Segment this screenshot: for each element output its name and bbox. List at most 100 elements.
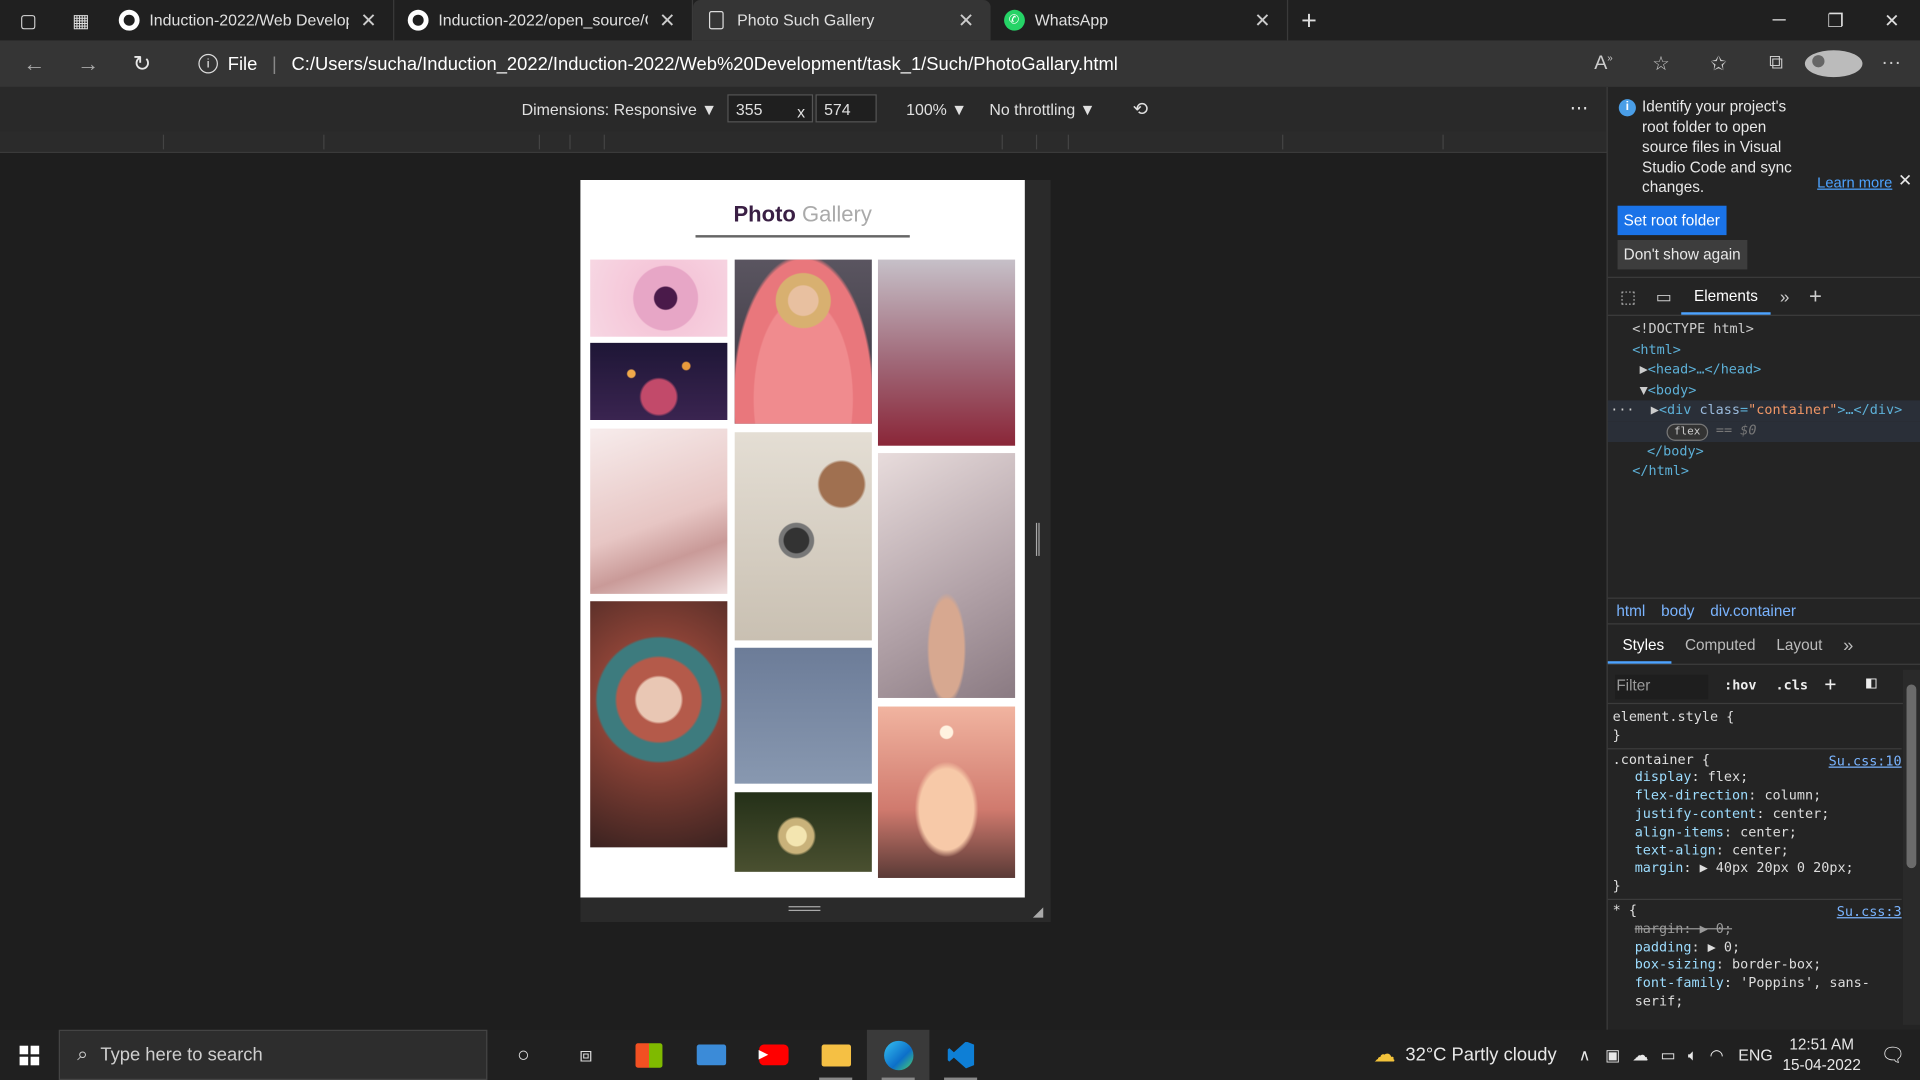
vscode-icon[interactable] (929, 1030, 991, 1080)
crumb-body[interactable]: body (1661, 602, 1694, 619)
container-source-link[interactable]: Su.css:10 (1829, 753, 1902, 771)
collapse-icon[interactable]: ▼ (1640, 382, 1648, 398)
resize-corner-icon[interactable]: ◢ (1033, 904, 1043, 920)
rotate-icon[interactable]: ⟲ (1133, 98, 1148, 120)
workspaces-icon[interactable]: ▦ (56, 0, 105, 40)
weather-text[interactable]: 32°C Partly cloudy (1405, 1044, 1556, 1065)
device-more-icon[interactable]: ⋯ (1570, 97, 1588, 119)
close-tab-icon[interactable]: ✕ (655, 8, 679, 32)
cortana-icon[interactable]: ○ (492, 1030, 554, 1080)
profile-icon[interactable] (1804, 50, 1863, 78)
add-tab-icon[interactable]: + (1799, 283, 1831, 309)
show-hidden-icons-icon[interactable]: ∧ (1579, 1045, 1591, 1065)
ellipsis-icon[interactable]: ··· (1610, 402, 1634, 418)
dom-html-close[interactable]: </html> (1608, 462, 1920, 482)
tab-actions-icon[interactable]: ▢ (0, 0, 56, 40)
tab-open-source[interactable]: Induction-2022/open_source/Gi ✕ (394, 0, 694, 41)
css-property[interactable]: margin: ▶ 0; (1613, 921, 1897, 939)
dom-doctype[interactable]: <!DOCTYPE html> (1608, 320, 1920, 340)
tab-computed[interactable]: Computed (1676, 637, 1763, 654)
universal-source-link[interactable]: Su.css:3 (1837, 904, 1902, 922)
hov-toggle[interactable]: :hov (1724, 677, 1756, 693)
height-input[interactable]: 574 (815, 94, 877, 123)
dom-head[interactable]: ▶<head>…</head> (1608, 360, 1920, 380)
notifications-icon[interactable]: 🗨︎ (1880, 1043, 1905, 1067)
styles-scrollbar[interactable] (1902, 669, 1920, 1025)
clock[interactable]: 12:51 AM 15-04-2022 (1783, 1034, 1861, 1076)
resize-handle-bottom[interactable]: ◢ (580, 897, 1051, 923)
language-indicator[interactable]: ENG (1738, 1046, 1772, 1064)
css-property[interactable]: display: flex; (1613, 769, 1897, 787)
new-rule-icon[interactable]: + (1824, 672, 1836, 695)
dom-body-close[interactable]: </body> (1608, 442, 1920, 462)
tab-elements[interactable]: Elements (1681, 278, 1771, 315)
start-button[interactable] (0, 1030, 59, 1080)
meet-now-icon[interactable]: ▣ (1605, 1045, 1620, 1065)
tab-layout[interactable]: Layout (1768, 637, 1830, 654)
css-property[interactable]: text-align: center; (1613, 842, 1897, 860)
close-notice-icon[interactable]: ✕ (1898, 170, 1912, 190)
tab-web-development[interactable]: Induction-2022/Web Developme ✕ (105, 0, 395, 41)
expand-icon[interactable]: ▶ (1640, 361, 1648, 377)
zoom-select[interactable]: 100% ▼ (906, 100, 967, 118)
crumb-div-container[interactable]: div.container (1710, 602, 1796, 619)
learn-more-link[interactable]: Learn more (1817, 173, 1892, 193)
taskbar-search[interactable]: ⌕ Type here to search (58, 1029, 488, 1080)
file-explorer-icon[interactable] (804, 1030, 866, 1080)
youtube-icon[interactable]: ▶ (742, 1030, 804, 1080)
css-property[interactable]: align-items: center; (1613, 824, 1897, 842)
collections-icon[interactable]: ⧉ (1747, 53, 1805, 75)
edge-icon[interactable] (866, 1029, 930, 1080)
dom-body[interactable]: ▼<body> (1608, 381, 1920, 401)
task-view-icon[interactable]: ⧈ (555, 1030, 617, 1080)
cls-toggle[interactable]: .cls (1776, 677, 1808, 693)
onedrive-icon[interactable]: ☁ (1632, 1045, 1648, 1065)
store-icon[interactable] (617, 1030, 679, 1080)
css-property[interactable]: box-sizing: border-box; (1613, 957, 1897, 975)
dom-html-open[interactable]: <html> (1608, 340, 1920, 360)
device-toggle-icon[interactable]: ▭ (1646, 286, 1682, 307)
crumb-html[interactable]: html (1616, 602, 1645, 619)
restore-icon[interactable]: ❐ (1807, 0, 1863, 40)
set-root-folder-button[interactable]: Set root folder (1617, 205, 1726, 236)
info-icon[interactable]: i (198, 53, 218, 74)
read-aloud-icon[interactable]: A» (1575, 52, 1633, 74)
tab-photo-gallery[interactable]: Photo Such Gallery ✕ (693, 0, 991, 41)
close-tab-icon[interactable]: ✕ (954, 8, 978, 32)
media-query-bar[interactable] (0, 131, 1607, 154)
favorites-icon[interactable]: ✩ (1690, 51, 1748, 75)
forward-icon[interactable]: → (61, 40, 115, 87)
add-favorite-icon[interactable]: ☆ (1632, 51, 1690, 75)
url-field[interactable]: i File | C:/Users/sucha/Induction_2022/I… (181, 47, 1577, 81)
css-property[interactable]: justify-content: center; (1613, 806, 1897, 824)
css-property[interactable]: margin: ▶ 40px 20px 0 20px; (1613, 860, 1897, 878)
tab-styles[interactable]: Styles (1607, 628, 1672, 664)
flex-badge[interactable]: flex (1666, 423, 1708, 441)
refresh-icon[interactable]: ↻ (115, 40, 169, 87)
more-panes-icon[interactable]: » (1835, 635, 1861, 656)
close-tab-icon[interactable]: ✕ (1250, 8, 1274, 32)
css-property[interactable]: font-family: 'Poppins', sans-serif; (1613, 975, 1897, 1011)
tab-whatsapp[interactable]: ✆ WhatsApp ✕ (991, 0, 1289, 41)
battery-icon[interactable]: ▭ (1661, 1045, 1676, 1065)
more-tabs-icon[interactable]: » (1770, 287, 1799, 307)
dom-container-div[interactable]: ··· ▶<div class="container">…</div> (1607, 400, 1920, 422)
css-property[interactable]: flex-direction: column; (1613, 788, 1897, 806)
wifi-icon[interactable]: ◠ (1710, 1045, 1724, 1065)
minimize-icon[interactable]: ─ (1751, 0, 1807, 40)
volume-icon[interactable]: 🔈︎ (1688, 1045, 1698, 1065)
more-icon[interactable]: ··· (1862, 53, 1920, 75)
expand-icon[interactable]: ▶ (1651, 402, 1659, 418)
resize-handle-right[interactable] (1024, 180, 1051, 923)
dimensions-select[interactable]: Dimensions: Responsive ▼ (522, 100, 717, 118)
dont-show-again-button[interactable]: Don't show again (1617, 240, 1747, 270)
inspect-icon[interactable]: ⬚ (1608, 286, 1646, 307)
throttling-select[interactable]: No throttling ▼ (989, 100, 1095, 118)
back-icon[interactable]: ← (7, 40, 61, 87)
filter-input[interactable]: Filter (1615, 674, 1709, 700)
toggle-sidebar-icon[interactable]: ◧ (1866, 673, 1876, 693)
close-tab-icon[interactable]: ✕ (356, 8, 380, 32)
css-property[interactable]: padding: ▶ 0; (1613, 939, 1897, 957)
new-tab-icon[interactable]: + (1288, 0, 1330, 40)
mail-icon[interactable] (680, 1030, 742, 1080)
